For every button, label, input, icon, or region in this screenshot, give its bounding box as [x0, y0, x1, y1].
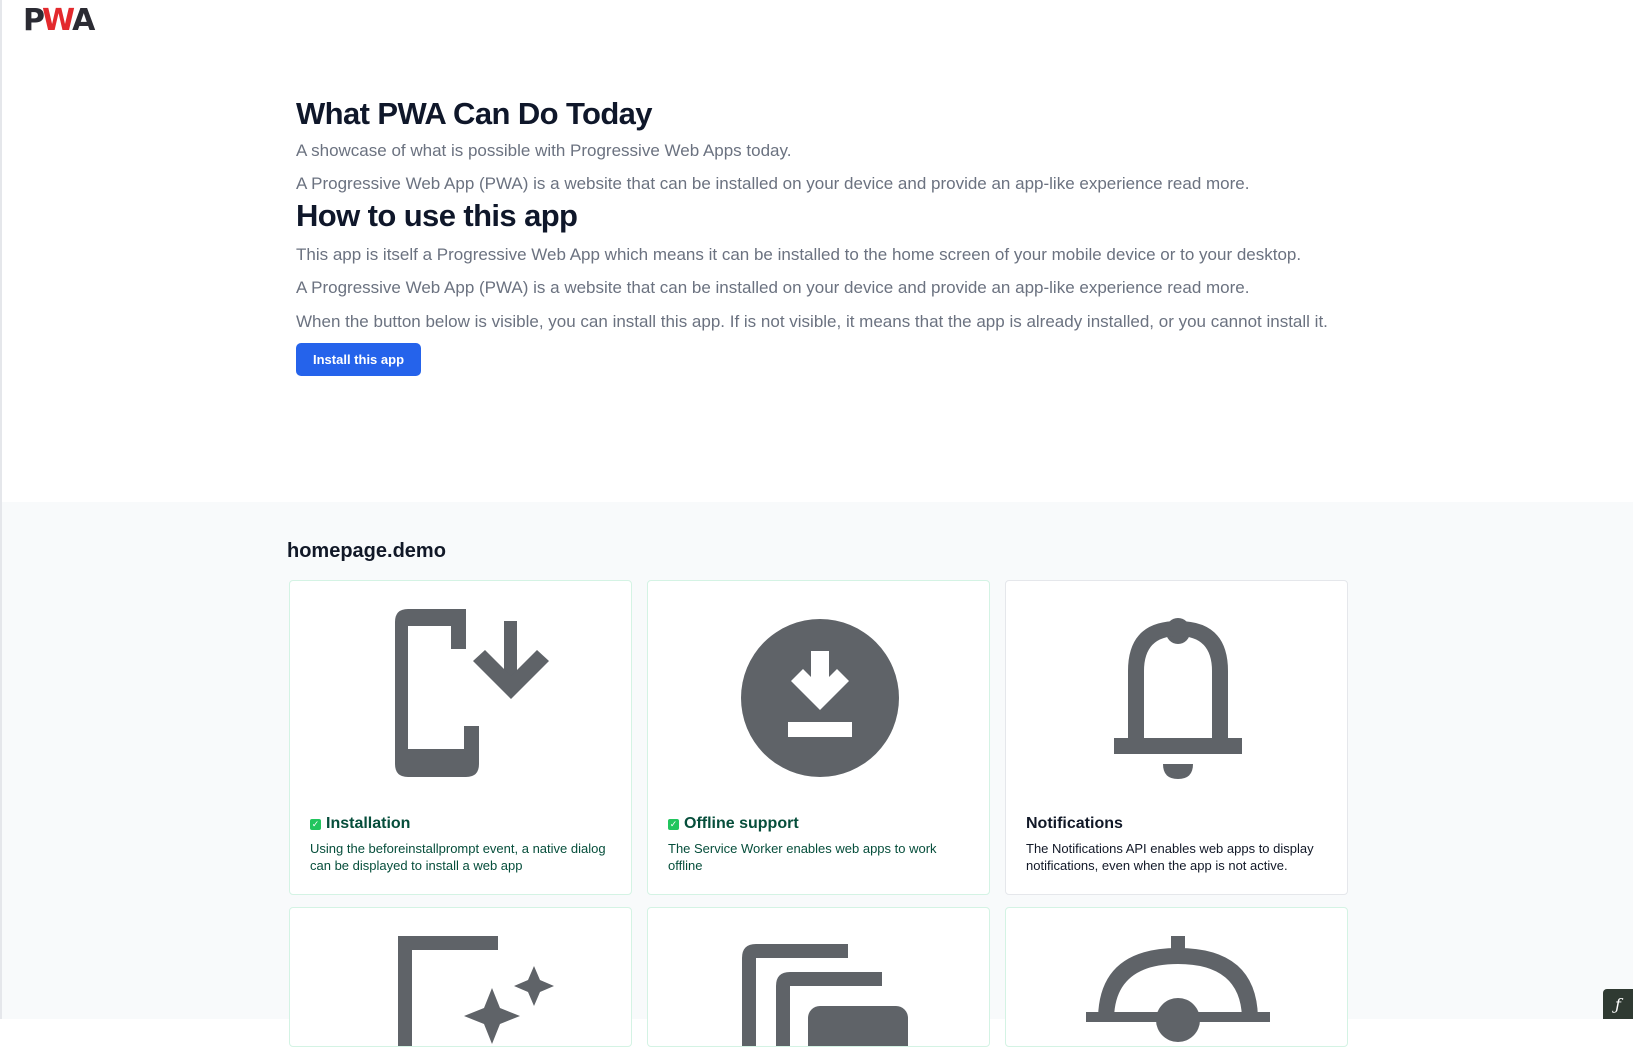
how-to-paragraph-2: A Progressive Web App (PWA) is a website… — [296, 278, 1250, 297]
how-to-title: How to use this app — [296, 198, 578, 233]
card-title: Notifications — [1026, 815, 1123, 832]
card-description: Using the beforeinstallprompt event, a n… — [310, 841, 606, 873]
sparkle-window-icon — [290, 908, 631, 1046]
card-description: The Service Worker enables web apps to w… — [668, 841, 937, 873]
card-title-row: Notifications — [1026, 815, 1123, 833]
feature-card-6[interactable] — [1005, 907, 1348, 1047]
demo-section: homepage.demo ✓ Installation Using the b… — [2, 502, 1633, 1047]
install-app-button[interactable]: Install this app — [296, 343, 422, 376]
install-mobile-icon — [290, 581, 631, 806]
card-description: The Notifications API enables web apps t… — [1026, 841, 1314, 873]
bell-icon — [1006, 581, 1347, 806]
card-title-row: ✓ Offline support — [668, 815, 799, 833]
demo-title: homepage.demo — [287, 540, 446, 562]
feature-card-5[interactable] — [647, 907, 990, 1047]
pwa-logo[interactable]: P W A — [23, 3, 95, 38]
logo-letter-p: P — [23, 3, 45, 38]
symfony-icon[interactable]: ƒ — [1603, 989, 1633, 1019]
stacked-windows-icon — [648, 908, 989, 1046]
location-icon — [1006, 908, 1347, 1046]
page-title: What PWA Can Do Today — [296, 96, 653, 131]
check-icon: ✓ — [310, 818, 321, 830]
hero-section: What PWA Can Do Today A showcase of what… — [296, 92, 1346, 376]
card-title-row: ✓ Installation — [310, 815, 410, 833]
download-circle-icon — [648, 581, 989, 806]
logo-letter-a: A — [72, 3, 95, 38]
card-title: Installation — [326, 815, 411, 832]
feature-card-4[interactable] — [289, 907, 632, 1047]
feature-card-installation[interactable]: ✓ Installation Using the beforeinstallpr… — [289, 580, 632, 895]
feature-card-notifications[interactable]: Notifications The Notifications API enab… — [1005, 580, 1348, 895]
feature-card-offline-support[interactable]: ✓ Offline support The Service Worker ena… — [647, 580, 990, 895]
card-title: Offline support — [684, 815, 799, 832]
how-to-paragraph-1: This app is itself a Progressive Web App… — [296, 245, 1302, 264]
how-to-paragraph-3: When the button below is visible, you ca… — [296, 312, 1328, 331]
check-icon: ✓ — [668, 818, 679, 830]
hero-subtitle: A showcase of what is possible with Prog… — [296, 141, 792, 160]
logo-letter-w: W — [42, 3, 75, 38]
hero-intro: A Progressive Web App (PWA) is a website… — [296, 174, 1250, 193]
